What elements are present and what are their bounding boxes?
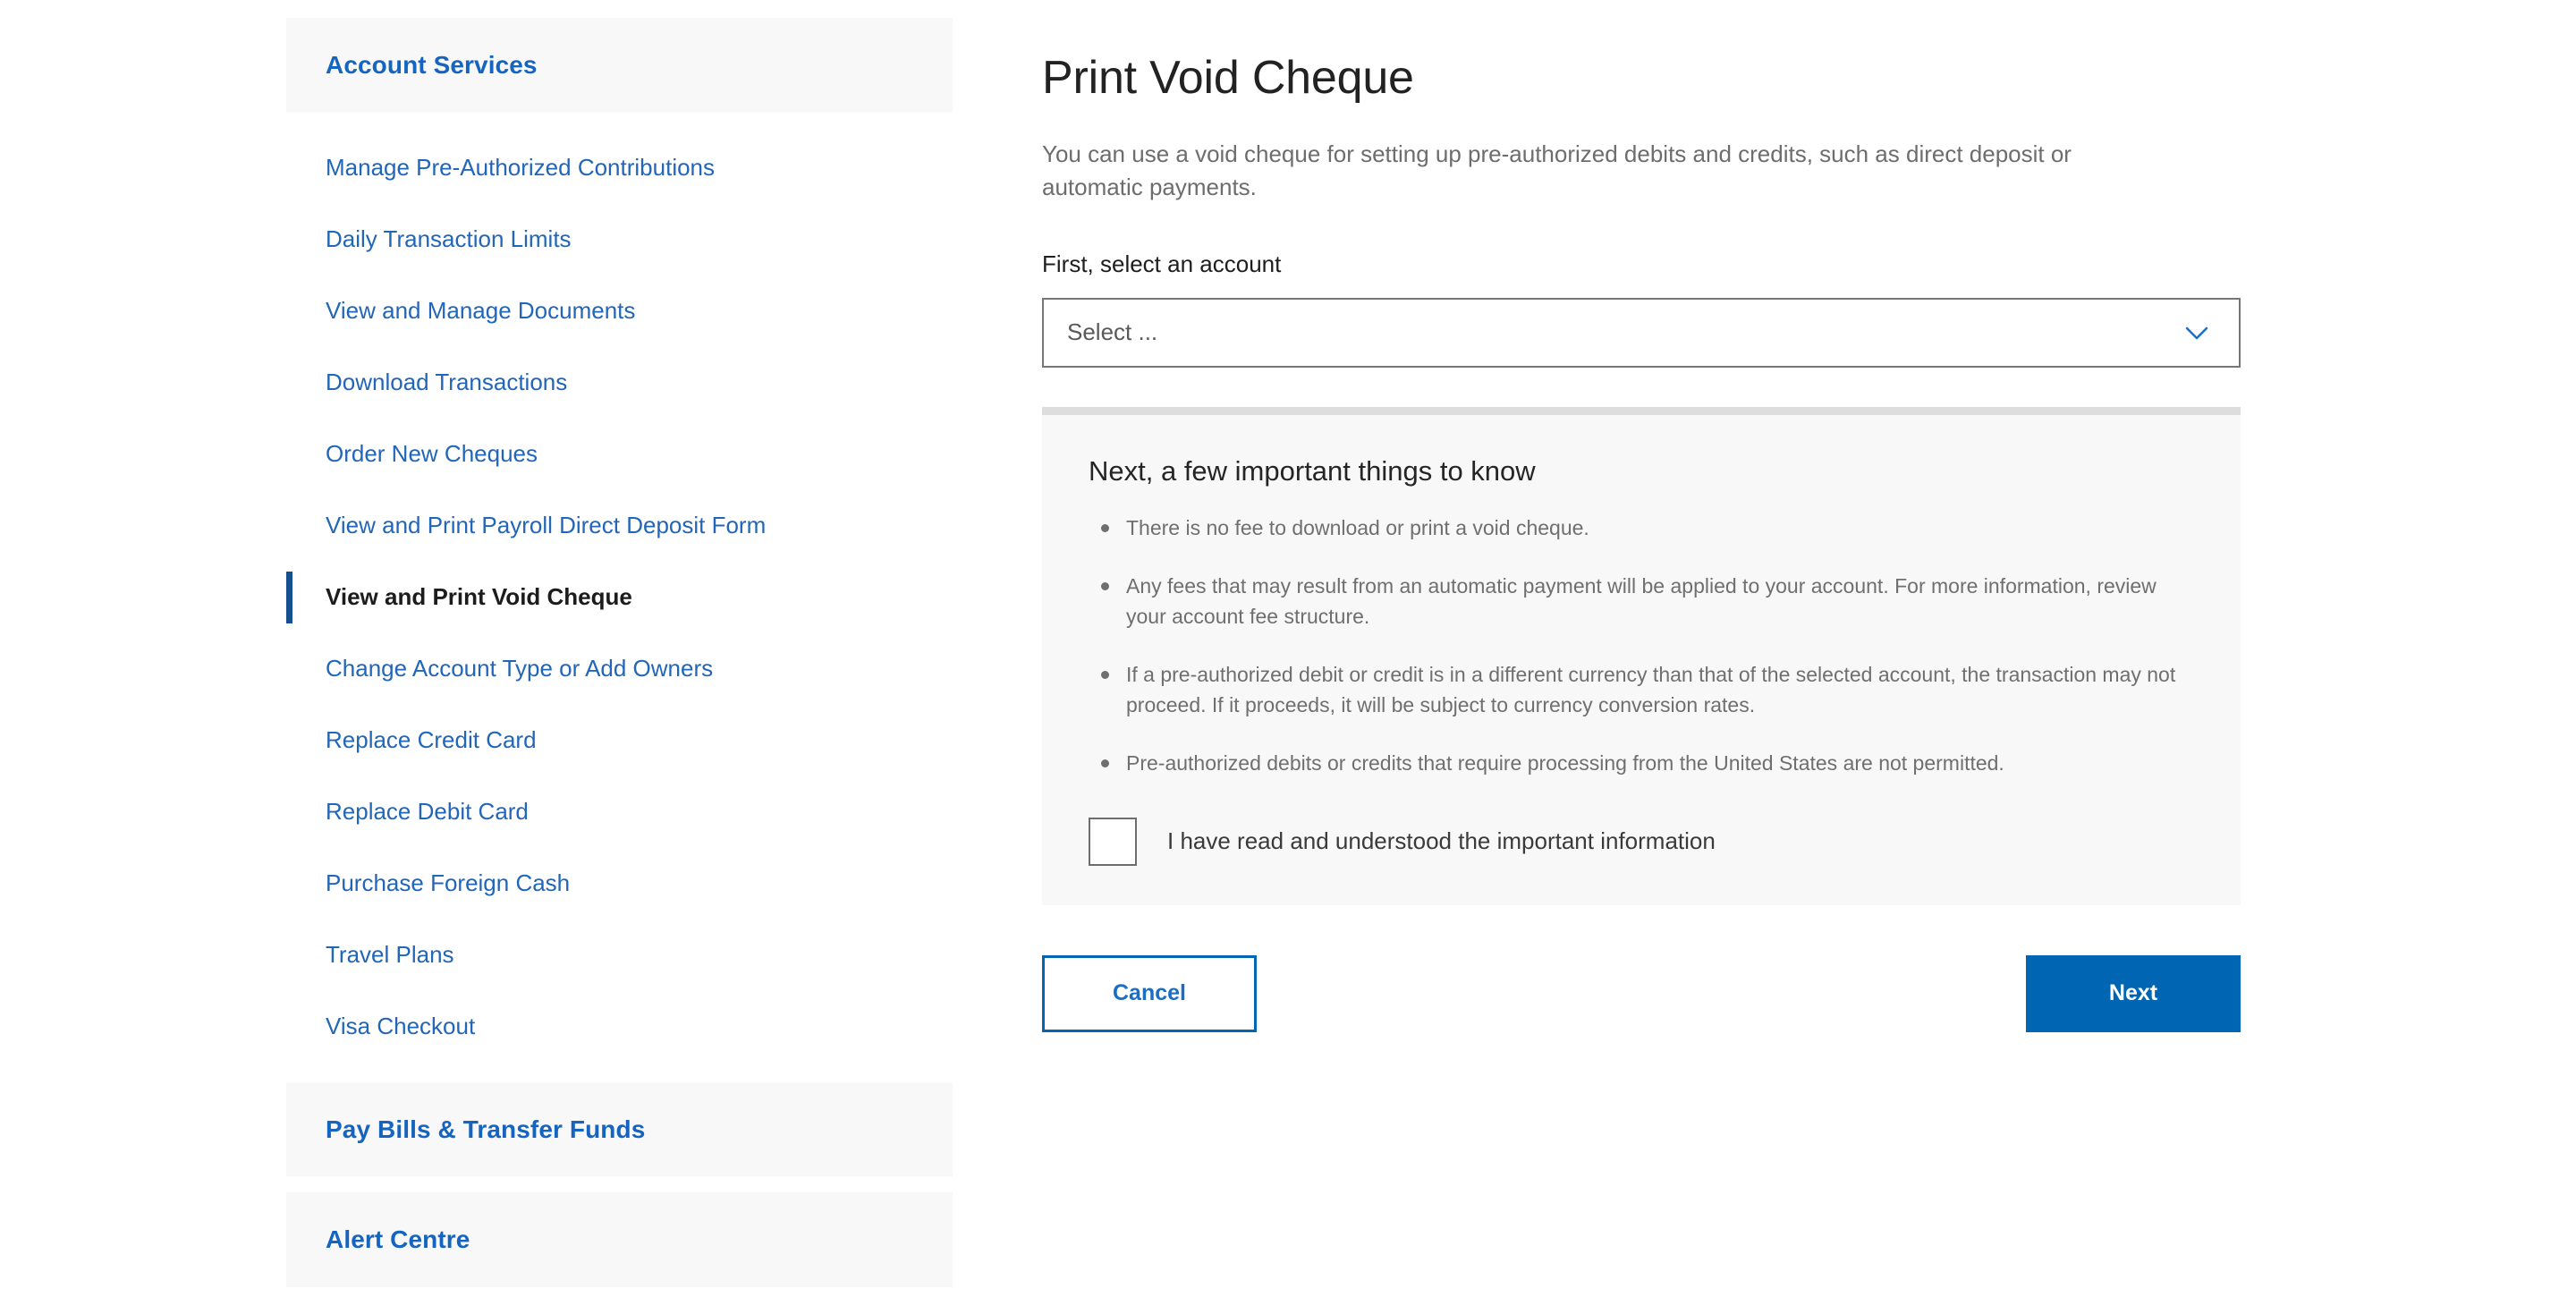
info-bullet: Pre-authorized debits or credits that re… — [1089, 748, 2194, 778]
sidebar-section-title: Alert Centre — [326, 1225, 470, 1254]
sidebar-item-manage-pre-authorized-contributions[interactable]: Manage Pre-Authorized Contributions — [286, 132, 953, 204]
sidebar-item-label: Change Account Type or Add Owners — [326, 655, 714, 682]
sidebar-item-order-new-cheques[interactable]: Order New Cheques — [286, 419, 953, 490]
sidebar-item-label: Download Transactions — [326, 369, 568, 396]
void-cheque-page: Account Services Manage Pre-Authorized C… — [0, 0, 2576, 1297]
account-select-value: Select ... — [1067, 318, 1158, 346]
important-info-panel: Next, a few important things to know The… — [1042, 406, 2241, 905]
next-button[interactable]: Next — [2026, 954, 2241, 1032]
important-info-list: There is no fee to download or print a v… — [1089, 513, 2194, 778]
sidebar-item-label: View and Print Payroll Direct Deposit Fo… — [326, 512, 767, 539]
sidebar-nav-list: Manage Pre-Authorized Contributions Dail… — [286, 132, 953, 1063]
sidebar-item-label: View and Print Void Cheque — [326, 583, 632, 611]
cancel-button[interactable]: Cancel — [1042, 954, 1257, 1032]
sidebar-item-label: Replace Credit Card — [326, 726, 537, 754]
sidebar-item-view-and-print-payroll-direct-deposit-form[interactable]: View and Print Payroll Direct Deposit Fo… — [286, 490, 953, 562]
sidebar-item-view-and-print-void-cheque[interactable]: View and Print Void Cheque — [286, 562, 953, 633]
sidebar-item-label: Purchase Foreign Cash — [326, 869, 571, 897]
account-select[interactable]: Select ... — [1042, 297, 2241, 368]
form-actions: Cancel Next — [1042, 954, 2241, 1032]
sidebar-item-label: Visa Checkout — [326, 1013, 476, 1040]
sidebar-item-label: Daily Transaction Limits — [326, 225, 572, 253]
sidebar-item-purchase-foreign-cash[interactable]: Purchase Foreign Cash — [286, 848, 953, 920]
sidebar-item-replace-debit-card[interactable]: Replace Debit Card — [286, 776, 953, 848]
sidebar-item-label: Replace Debit Card — [326, 798, 529, 826]
sidebar-item-visa-checkout[interactable]: Visa Checkout — [286, 991, 953, 1063]
info-bullet: There is no fee to download or print a v… — [1089, 513, 2194, 543]
info-bullet: Any fees that may result from an automat… — [1089, 571, 2194, 632]
sidebar-section-gap — [286, 1176, 953, 1192]
sidebar-item-label: Travel Plans — [326, 941, 454, 969]
sidebar-section-header-account-services[interactable]: Account Services — [286, 18, 953, 113]
sidebar-item-view-and-manage-documents[interactable]: View and Manage Documents — [286, 276, 953, 347]
acknowledgement-row: I have read and understood the important… — [1089, 817, 2194, 866]
sidebar-item-label: Order New Cheques — [326, 440, 538, 468]
account-services-sidebar: Account Services Manage Pre-Authorized C… — [286, 18, 953, 1287]
info-bullet: If a pre-authorized debit or credit is i… — [1089, 659, 2194, 720]
page-title: Print Void Cheque — [1042, 52, 1414, 104]
sidebar-item-change-account-type-or-add-owners[interactable]: Change Account Type or Add Owners — [286, 633, 953, 705]
main-content: Print Void Cheque You can use a void che… — [1042, 18, 2241, 1032]
account-select-label: First, select an account — [1042, 250, 1282, 277]
acknowledgement-checkbox[interactable] — [1089, 817, 1137, 866]
sidebar-section-title: Account Services — [326, 51, 538, 79]
important-info-heading: Next, a few important things to know — [1089, 454, 1536, 487]
chevron-down-icon — [2178, 314, 2216, 352]
sidebar-item-label: Manage Pre-Authorized Contributions — [326, 154, 716, 182]
acknowledgement-label[interactable]: I have read and understood the important… — [1167, 827, 1716, 855]
page-intro-text: You can use a void cheque for setting up… — [1042, 140, 2072, 200]
sidebar-item-label: View and Manage Documents — [326, 297, 636, 325]
sidebar-item-daily-transaction-limits[interactable]: Daily Transaction Limits — [286, 204, 953, 276]
sidebar-section-header-alert-centre[interactable]: Alert Centre — [286, 1192, 953, 1287]
sidebar-section-header-pay-bills-transfer-funds[interactable]: Pay Bills & Transfer Funds — [286, 1081, 953, 1177]
sidebar-item-replace-credit-card[interactable]: Replace Credit Card — [286, 705, 953, 776]
sidebar-item-download-transactions[interactable]: Download Transactions — [286, 347, 953, 419]
sidebar-item-travel-plans[interactable]: Travel Plans — [286, 920, 953, 991]
sidebar-section-title: Pay Bills & Transfer Funds — [326, 1115, 646, 1143]
